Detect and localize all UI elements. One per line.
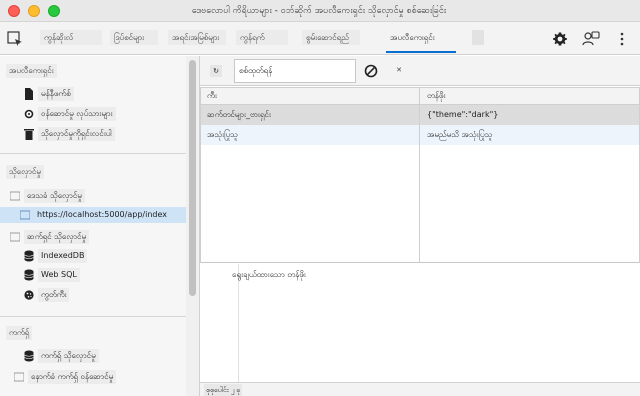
database-icon bbox=[24, 269, 34, 281]
inspect-element-icon[interactable] bbox=[6, 30, 24, 48]
table-cell-value: အမည်မသိ အသုံးပြုသူ bbox=[427, 130, 493, 139]
preview-value-text: ရွေးချယ်ထားသော တန်ဖိုး bbox=[232, 270, 306, 279]
sidebar-scrollbar-thumb[interactable] bbox=[189, 60, 196, 296]
sidebar-item-session-storage[interactable]: ဆက်ရှင် သိုလှောင်မှု bbox=[10, 230, 132, 244]
table-border bbox=[200, 87, 201, 263]
grid-icon bbox=[10, 232, 20, 242]
feedback-person-icon[interactable] bbox=[582, 30, 600, 48]
sidebar-item-cache-storage[interactable]: ကက်ရှ် သိုလှောင်မှု bbox=[24, 349, 128, 363]
storage-main-panel: ↻ ✕ ကီး တန်ဖိုး ဆက်တင်များ_ဗားရှင်း {"th… bbox=[200, 56, 640, 396]
grid-icon bbox=[20, 210, 30, 220]
tab-application[interactable]: အပလီကေးရှင်း bbox=[386, 30, 456, 45]
trash-icon bbox=[24, 129, 34, 140]
refresh-button[interactable]: ↻ bbox=[210, 65, 222, 77]
table-cell-key: အသုံးပြုသူ bbox=[207, 130, 238, 139]
tab-elements[interactable]: ဒြပ်စင်များ bbox=[110, 30, 158, 45]
cookie-icon bbox=[24, 290, 34, 300]
application-sidebar: အပလီကေးရှင်း မန်နီဖက်စ် ဝန်ဆောင်မှု လုပ်… bbox=[0, 56, 200, 396]
gear-icon bbox=[24, 109, 34, 119]
sidebar-item-indexeddb[interactable]: IndexedDB bbox=[24, 249, 106, 263]
sidebar-item-back-forward-cache[interactable]: နောက်ခံ ကက်ရှ် ဝန်ဆောင်မှု bbox=[14, 370, 144, 384]
close-window-button[interactable] bbox=[8, 5, 20, 17]
clear-all-icon[interactable] bbox=[364, 64, 378, 78]
title-bar: ဒေဗလောပါ ကိရိယာများ - ဝဘ်ဆိုက် အပလီကေးရှ… bbox=[0, 0, 640, 22]
zoom-window-button[interactable] bbox=[48, 5, 60, 17]
column-header-key[interactable]: ကီး bbox=[204, 89, 404, 103]
status-bar: စုစုပေါင်း ၂ ခု bbox=[200, 382, 640, 396]
more-options-icon[interactable] bbox=[616, 31, 628, 47]
sidebar-divider bbox=[0, 316, 186, 317]
tab-performance[interactable]: စွမ်းဆောင်ရည် bbox=[302, 30, 360, 45]
table-header: ကီး တန်ဖိုး bbox=[200, 87, 640, 105]
storage-filter-bar: ↻ ✕ bbox=[200, 56, 640, 86]
more-tabs-button[interactable] bbox=[472, 30, 484, 45]
settings-gear-icon[interactable] bbox=[552, 31, 568, 47]
status-count-text: စုစုပေါင်း ၂ ခု bbox=[204, 384, 243, 396]
filter-input[interactable] bbox=[234, 59, 356, 83]
key-value-table: ကီး တန်ဖိုး ဆက်တင်များ_ဗားရှင်း {"theme"… bbox=[200, 87, 640, 263]
sidebar-section-application[interactable]: အပလီကေးရှင်း bbox=[6, 64, 57, 78]
delete-selected-button[interactable]: ✕ bbox=[394, 66, 404, 74]
sidebar-item-localhost-origin[interactable]: https://localhost:5000/app/index bbox=[20, 208, 184, 222]
tab-console[interactable]: ကွန်ဆိုးလ် bbox=[40, 30, 102, 45]
sidebar-section-storage[interactable]: သိုလှောင်မှု bbox=[6, 165, 44, 179]
sidebar-item-local-storage[interactable]: ဒေသခံ သိုလှောင်မှု bbox=[10, 189, 118, 203]
table-row[interactable]: အသုံးပြုသူ အမည်မသိ အသုံးပြုသူ bbox=[200, 125, 640, 145]
sidebar-item-cookies[interactable]: ကွတ်ကီး bbox=[24, 288, 90, 302]
active-tab-indicator bbox=[386, 51, 456, 53]
sidebar-divider bbox=[0, 153, 186, 154]
table-cell-key: ဆက်တင်များ_ဗားရှင်း bbox=[207, 110, 271, 119]
window-title: ဒေဗလောပါ ကိရိယာများ - ဝဘ်ဆိုက် အပလီကေးရှ… bbox=[191, 6, 447, 16]
database-icon bbox=[24, 250, 34, 262]
tab-sources[interactable]: အရင်းအမြစ်များ bbox=[168, 30, 226, 45]
column-header-value[interactable]: တန်ဖိုး bbox=[424, 89, 624, 103]
minimize-window-button[interactable] bbox=[28, 5, 40, 17]
column-resize-handle[interactable] bbox=[419, 87, 420, 263]
sidebar-section-cache[interactable]: ကက်ရှ် bbox=[6, 326, 33, 340]
database-icon bbox=[24, 350, 34, 362]
grid-icon bbox=[14, 372, 24, 382]
devtools-toolbar: ကွန်ဆိုးလ် ဒြပ်စင်များ အရင်းအမြစ်များ ကွ… bbox=[0, 22, 640, 55]
file-icon bbox=[25, 88, 33, 100]
sidebar-item-clear-storage[interactable]: သိုလှောင်မှုကိုရှင်းလင်းပါ bbox=[24, 127, 184, 141]
tab-network[interactable]: ကွန်ရက် bbox=[236, 30, 288, 45]
grid-icon bbox=[10, 191, 20, 201]
table-cell-value: {"theme":"dark"} bbox=[427, 110, 499, 119]
table-border bbox=[200, 87, 640, 88]
value-preview-pane: ရွေးချယ်ထားသော တန်ဖိုး bbox=[200, 264, 640, 382]
sidebar-item-web-sql[interactable]: Web SQL bbox=[24, 268, 98, 282]
table-row[interactable]: ဆက်တင်များ_ဗားရှင်း {"theme":"dark"} bbox=[200, 105, 640, 125]
sidebar-item-manifest[interactable]: မန်နီဖက်စ် bbox=[24, 87, 174, 101]
sidebar-item-service-workers[interactable]: ဝန်ဆောင်မှု လုပ်သားများ bbox=[24, 107, 184, 121]
